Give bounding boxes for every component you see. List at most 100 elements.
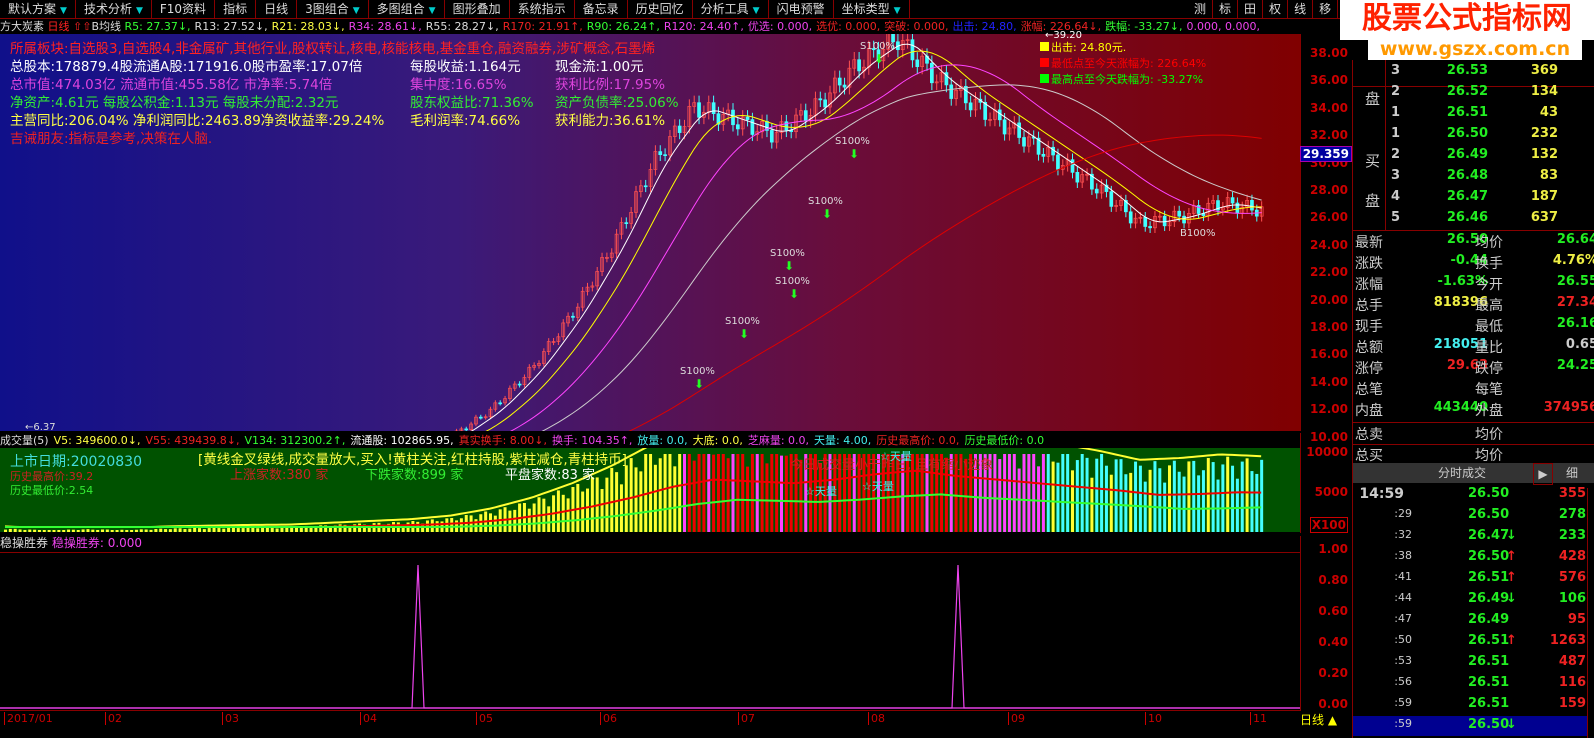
volume-bar	[556, 490, 560, 532]
toolbar-button[interactable]: 多图组合 ▼	[369, 0, 445, 18]
current-price-marker: 29.359	[1300, 146, 1352, 162]
volume-bar	[1197, 475, 1201, 532]
info-line: 吉诫朋友:指标是参考,决策在人脑.	[10, 130, 710, 148]
play-icon[interactable]: ▶	[1533, 463, 1553, 485]
arrow-down-icon: ⬇	[784, 259, 794, 273]
toolbar-button[interactable]: 指标	[215, 0, 257, 18]
stat-value: 24.25	[1556, 358, 1594, 373]
info-field: 总市值:474.03亿 流通市值:455.58亿 市净率:5.74倍	[10, 77, 333, 93]
ticks-scrollbar[interactable]	[1587, 488, 1594, 738]
date-tick: 06	[600, 712, 617, 725]
bid-volume: 132	[1530, 147, 1558, 162]
volume-header: 成交量(5) V5: 349600.0↓, V55: 439439.8↓, V134:…	[0, 433, 1300, 448]
indicator-tick: 0.60	[1318, 604, 1348, 618]
candle	[769, 130, 774, 143]
stock-name: 方大炭素	[0, 20, 44, 33]
indicator-value: R21: 28.03↓,	[271, 20, 345, 33]
volume-bar	[42, 530, 46, 532]
vol-tick: 5000	[1314, 485, 1348, 499]
volume-bar	[784, 455, 788, 532]
toolbar-button[interactable]: 技术分析 ▼	[76, 0, 152, 18]
toolbar-button[interactable]: 分析工具 ▼	[693, 0, 769, 18]
volume-bar	[760, 454, 764, 532]
detail-button[interactable]: 细	[1558, 463, 1586, 483]
volume-indicator: V134: 312300.2↑,	[244, 434, 346, 447]
toolbar-icon-button[interactable]: 线	[1288, 0, 1314, 19]
sell-signal-label: S100%	[680, 366, 715, 377]
indicator-name[interactable]: 稳操胜券	[0, 536, 48, 550]
arrow-down-icon: ⬇	[789, 287, 799, 301]
toolbar-button[interactable]: 3图组合 ▼	[297, 0, 369, 18]
toolbar-icon-button[interactable]: 权	[1263, 0, 1289, 19]
toolbar-label: 图形叠加	[452, 2, 501, 16]
volume-bar	[1201, 470, 1205, 532]
candle	[711, 102, 716, 115]
toolbar-icon-button[interactable]: 测	[1188, 0, 1214, 19]
toolbar-label: 系统指示	[517, 2, 566, 16]
toolbar-button[interactable]: 闪电预警	[769, 0, 834, 18]
toolbar-icon-button[interactable]: 标	[1213, 0, 1239, 19]
ma-name[interactable]: B均线	[91, 20, 121, 33]
candle	[517, 383, 522, 386]
volume-bar	[275, 528, 279, 532]
legend-text: 最低点至今天涨幅为: 226.64%	[1051, 57, 1207, 70]
toolbar-icon-button[interactable]: 移	[1313, 0, 1339, 19]
volume-bar	[207, 528, 211, 532]
toolbar-button[interactable]: 图形叠加	[445, 0, 510, 18]
volume-bar	[605, 477, 609, 532]
arrow-down-icon: ⬇	[849, 147, 859, 161]
info-field: 吉诫朋友:指标是参考,决策在人脑.	[10, 131, 213, 147]
volume-bar	[198, 528, 201, 532]
toolbar-button[interactable]: 历史回忆	[628, 0, 693, 18]
volume-bar	[697, 454, 701, 532]
vol-tick: 10000	[1306, 445, 1348, 459]
toolbar-button[interactable]: 系统指示	[510, 0, 575, 18]
stat-label: 现手	[1355, 319, 1383, 335]
bid-price: 26.49	[1446, 147, 1488, 162]
candle	[1094, 188, 1099, 194]
volume-bar	[712, 454, 716, 532]
volume-bar	[1071, 470, 1074, 532]
info-field: 毛利润率:74.66%	[410, 113, 521, 129]
volume-bar	[547, 506, 551, 532]
toolbar-button[interactable]: F10资料	[152, 0, 216, 18]
legend-item: 最低点至今天涨幅为: 226.64%	[1040, 56, 1206, 72]
volume-bar	[765, 463, 769, 532]
volume-bar	[105, 529, 109, 532]
volume-chart[interactable]: 上市日期:20020830 历史最高价:39.2 历史最低价:2.54 [黄线金…	[0, 410, 1300, 532]
volume-bar	[18, 529, 22, 532]
volume-bar	[1056, 462, 1060, 532]
volume-bar	[8, 528, 12, 532]
info-field: 每股收益:1.164元	[410, 59, 521, 75]
period-label[interactable]: 日线	[48, 20, 70, 33]
price-tick: 12.00	[1310, 402, 1348, 417]
lower-indicator-chart[interactable]	[0, 552, 1300, 710]
price-tick: 32.00	[1310, 128, 1348, 143]
volume-bar	[1041, 454, 1045, 532]
volume-bar	[193, 527, 197, 532]
volume-bar	[120, 529, 124, 532]
price-tick: 28.00	[1310, 183, 1348, 197]
peak-label: ←39.20	[1045, 30, 1083, 41]
toolbar-button[interactable]: 备忘录	[575, 0, 628, 18]
volume-bar	[1046, 454, 1050, 532]
volume-bar	[726, 458, 730, 532]
dropdown-icon: ▼	[135, 6, 143, 16]
volume-bar	[702, 454, 706, 532]
volume-indicator: 历史最高价: 0.0,	[876, 434, 960, 447]
toolbar-button[interactable]: 日线	[256, 0, 298, 18]
volume-bar	[998, 459, 1002, 532]
volume-bar	[1012, 454, 1016, 532]
toolbar-button[interactable]: 默认方案 ▼	[0, 0, 76, 18]
tick-volume: 116	[1558, 675, 1586, 690]
volume-bar	[1221, 464, 1225, 532]
volume-bar	[1085, 457, 1089, 532]
tick-volume: 1263	[1549, 633, 1586, 648]
toolbar-label: 默认方案	[8, 2, 57, 16]
period-tab[interactable]: 日线 ▲	[1300, 711, 1352, 738]
tick-time: 14:59	[1359, 486, 1404, 502]
toolbar-button[interactable]: 坐标类型 ▼	[834, 0, 910, 18]
volume-bar	[1066, 454, 1070, 532]
quote-panel: 盘买盘 3 26.53 369 2 26.52 134 1 26.51 43 1 26.50 232 2 2…	[1352, 60, 1594, 738]
toolbar-icon-button[interactable]: 田	[1238, 0, 1264, 19]
